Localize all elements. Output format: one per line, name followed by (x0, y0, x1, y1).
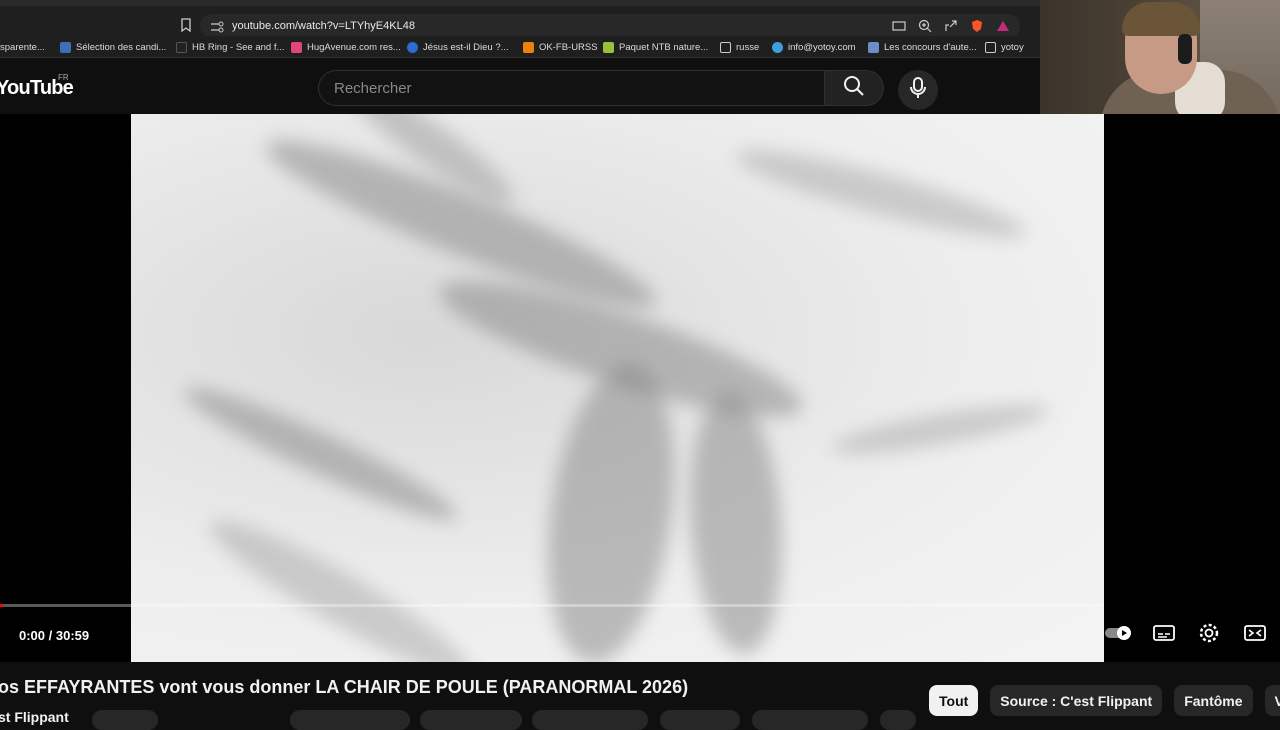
brave-shield-icon[interactable] (970, 19, 984, 33)
bookmark-label: OK-FB-URSS (539, 41, 598, 53)
time-display: 0:00 / 30:59 (19, 628, 90, 643)
bookmark-label: Les concours d'aute... (884, 41, 977, 53)
progress-fill (0, 604, 4, 607)
video-title: os EFFAYRANTES vont vous donner LA CHAIR… (0, 677, 689, 697)
subtitles-icon (1153, 624, 1175, 647)
bookmark-item[interactable]: OK-FB-URSS (523, 39, 598, 55)
favicon-icon (407, 41, 418, 53)
filter-chips: Tout Source : C'est Flippant Fantôme Vid (929, 685, 1280, 716)
thanks-button[interactable] (660, 710, 740, 730)
bookmark-item[interactable]: Les concours d'aute... (868, 39, 977, 55)
clip-button[interactable] (752, 710, 868, 730)
bookmark-label: HugAvenue.com res... (307, 41, 401, 53)
bookmark-label: Jésus est-il Dieu ?... (423, 41, 509, 53)
channel-name[interactable]: st Flippant (0, 709, 69, 725)
brave-rewards-icon[interactable] (996, 19, 1010, 33)
theater-icon (1244, 624, 1266, 647)
favicon-icon (868, 41, 879, 53)
bookmark-label: yotoy (1001, 41, 1024, 53)
favicon-icon (772, 41, 783, 53)
chip-source[interactable]: Source : C'est Flippant (990, 685, 1163, 716)
favicon-icon (523, 41, 534, 53)
autoplay-icon (1104, 625, 1134, 646)
save-button[interactable] (532, 710, 648, 730)
favicon-icon (60, 41, 71, 53)
bookmark-label: HB Ring - See and f... (192, 41, 285, 53)
bookmark-item[interactable]: Paquet NTB nature... (603, 39, 708, 55)
bookmark-item[interactable]: HugAvenue.com res... (291, 39, 401, 55)
folder-icon (985, 41, 996, 53)
video-frame[interactable] (131, 114, 1104, 662)
bookmark-item[interactable]: Sélection des candi... (60, 39, 166, 55)
bookmark-label: russe (736, 41, 760, 53)
settings-button[interactable] (1196, 623, 1222, 647)
bookmark-label: Paquet NTB nature... (619, 41, 709, 53)
youtube-header: YouTube FR Rechercher (0, 58, 1040, 114)
browser-address-bar: youtube.com/watch?v=LTYhyE4KL48 (0, 0, 1040, 38)
progress-bar[interactable] (0, 604, 1104, 607)
bookmark-item[interactable]: Jésus est-il Dieu ?... (407, 39, 509, 55)
url-field[interactable]: youtube.com/watch?v=LTYhyE4KL48 (200, 14, 1020, 38)
folder-icon (720, 41, 731, 53)
cast-icon[interactable] (892, 19, 906, 33)
chip-videos[interactable]: Vid (1264, 685, 1280, 716)
like-dislike-button[interactable] (290, 710, 410, 730)
voice-search-button[interactable] (898, 70, 938, 110)
chip-fantome[interactable]: Fantôme (1174, 685, 1253, 716)
bookmark-item[interactable]: info@yotoy.com (772, 39, 856, 55)
bookmarks-bar: sparente... Sélection des candi... HB Ri… (0, 36, 1040, 58)
favicon-icon (603, 41, 614, 53)
search-input[interactable]: Rechercher (318, 70, 826, 106)
share-icon[interactable] (944, 19, 958, 33)
chip-all[interactable]: Tout (929, 685, 979, 716)
microphone-icon (909, 76, 927, 104)
search-icon (843, 75, 865, 102)
bookmark-item[interactable]: sparente... (0, 39, 45, 55)
site-info-icon[interactable] (210, 20, 224, 33)
share-button[interactable] (420, 710, 522, 730)
bookmark-item[interactable]: HB Ring - See and f... (176, 39, 284, 55)
zoom-icon[interactable] (918, 19, 932, 33)
bookmark-star-icon[interactable] (180, 18, 192, 33)
gear-icon (1198, 622, 1220, 649)
bookmark-folder[interactable]: russe (720, 39, 759, 55)
bookmark-folder[interactable]: yotoy (985, 39, 1024, 55)
subtitles-button[interactable] (1151, 623, 1177, 647)
autoplay-toggle[interactable] (1104, 623, 1134, 647)
theater-mode-button[interactable] (1242, 623, 1268, 647)
url-text: youtube.com/watch?v=LTYhyE4KL48 (232, 20, 415, 32)
favicon-icon (176, 41, 187, 53)
subscribe-button[interactable] (92, 710, 158, 730)
search-button[interactable] (824, 70, 884, 106)
search-placeholder: Rechercher (334, 80, 412, 97)
more-actions-button[interactable] (880, 710, 916, 730)
favicon-icon (291, 41, 302, 53)
bookmark-label: sparente... (0, 41, 45, 53)
country-code: FR (58, 73, 69, 82)
bookmark-label: Sélection des candi... (76, 41, 167, 53)
bookmark-label: info@yotoy.com (788, 41, 856, 53)
